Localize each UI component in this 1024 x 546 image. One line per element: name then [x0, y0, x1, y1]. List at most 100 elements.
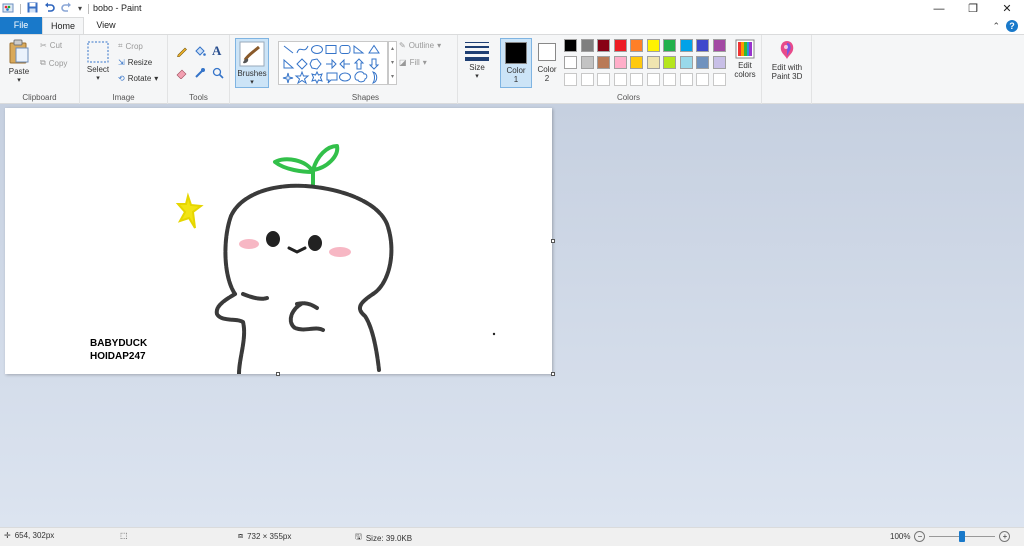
- zoom-slider-thumb[interactable]: [959, 531, 966, 542]
- palette-swatch[interactable]: [580, 73, 594, 86]
- palette-swatch[interactable]: [646, 56, 660, 69]
- cursor-position-status: ✛ 654, 302px: [4, 531, 54, 540]
- crop-button[interactable]: ⌗ Crop: [118, 41, 143, 51]
- restore-button[interactable]: ❐: [956, 0, 990, 17]
- drawing-canvas[interactable]: BABYDUCK HOIDAP247: [5, 108, 552, 374]
- edit-with-paint3d-button[interactable]: Edit with Paint 3D: [766, 39, 808, 81]
- tools-group-label: Tools: [189, 93, 208, 102]
- palette-swatch[interactable]: [564, 56, 577, 69]
- palette-swatch[interactable]: [712, 39, 726, 52]
- color2-label: Color: [537, 65, 557, 74]
- clipboard-icon: [9, 39, 29, 64]
- palette-swatch[interactable]: [580, 56, 594, 69]
- palette-swatch[interactable]: [696, 73, 709, 86]
- left-eye: [266, 231, 280, 247]
- tab-view[interactable]: View: [88, 17, 124, 34]
- color-picker-icon[interactable]: [194, 67, 206, 79]
- customize-toolbar-dropdown[interactable]: ▾: [78, 4, 82, 13]
- palette-swatch[interactable]: [663, 39, 676, 52]
- resize-handle-bottom[interactable]: [276, 372, 280, 376]
- palette-swatch[interactable]: [597, 56, 610, 69]
- palette-swatch[interactable]: [580, 39, 594, 52]
- palette-swatch[interactable]: [696, 39, 709, 52]
- resize-button[interactable]: ⇲ Resize: [118, 58, 152, 67]
- palette-swatch[interactable]: [630, 73, 643, 86]
- zoom-level: 100%: [890, 532, 911, 541]
- palette-swatch[interactable]: [679, 56, 693, 69]
- color2-button[interactable]: Color 2: [534, 38, 560, 88]
- ribbon: Paste ▾ ✂ Cut ⧉ Copy Clipboard Select ▾ …: [0, 34, 1024, 104]
- palette-swatch[interactable]: [613, 73, 627, 86]
- palette-swatch[interactable]: [564, 73, 577, 86]
- color2-swatch: [538, 43, 556, 61]
- brush-icon: [239, 41, 265, 67]
- paint3d-icon: [780, 41, 794, 59]
- palette-swatch[interactable]: [663, 73, 676, 86]
- palette-swatch[interactable]: [679, 73, 693, 86]
- eraser-icon[interactable]: [176, 67, 188, 79]
- fill-bucket-icon[interactable]: [194, 45, 206, 57]
- selection-size-status: ⬚: [120, 531, 128, 540]
- ribbon-tab-bar: File Home View ⌃ ?: [0, 17, 1024, 34]
- palette-swatch[interactable]: [679, 39, 693, 52]
- chevron-down-icon: ▾: [437, 41, 442, 50]
- help-icon[interactable]: ?: [1006, 20, 1018, 32]
- shapes-group-label: Shapes: [351, 93, 380, 102]
- palette-swatch[interactable]: [613, 39, 627, 52]
- color1-button[interactable]: Color 1: [500, 38, 532, 88]
- ribbon-options: ⌃ ?: [992, 20, 1018, 32]
- outline-button[interactable]: ✎ Outline ▾: [399, 41, 441, 50]
- text-tool-icon[interactable]: A: [212, 43, 221, 59]
- minimize-button[interactable]: —: [922, 0, 956, 17]
- palette-swatch[interactable]: [663, 56, 676, 69]
- copy-button[interactable]: ⧉ Copy: [40, 58, 67, 68]
- close-button[interactable]: ✕: [990, 0, 1024, 17]
- pencil-icon[interactable]: [176, 45, 188, 57]
- palette-swatch[interactable]: [630, 56, 643, 69]
- palette-swatch[interactable]: [613, 56, 627, 69]
- palette-swatch[interactable]: [597, 73, 610, 86]
- tab-home[interactable]: Home: [42, 17, 84, 34]
- shapes-gallery[interactable]: [278, 41, 388, 85]
- select-button[interactable]: Select ▾: [84, 41, 112, 83]
- rotate-icon: ⟲: [118, 74, 125, 83]
- edit-colors-button[interactable]: Edit colors: [730, 39, 760, 79]
- palette-swatch[interactable]: [646, 73, 660, 86]
- rotate-button[interactable]: ⟲ Rotate ▾: [118, 74, 158, 83]
- redo-icon[interactable]: [61, 2, 72, 15]
- select-label: Select: [86, 65, 110, 74]
- cut-button[interactable]: ✂ Cut: [40, 41, 62, 50]
- fill-button[interactable]: ◪ Fill ▾: [399, 58, 427, 67]
- palette-swatch[interactable]: [630, 39, 643, 52]
- palette-swatch[interactable]: [712, 56, 726, 69]
- status-bar: ✛ 654, 302px ⬚ ⧈ 732 × 355px 🖫 Size: 39.…: [0, 527, 1024, 546]
- undo-icon[interactable]: [44, 2, 55, 15]
- size-label: Size: [469, 63, 485, 72]
- stray-dot: [492, 332, 496, 336]
- magnifier-icon[interactable]: [212, 67, 224, 79]
- save-icon[interactable]: [27, 2, 38, 15]
- copy-icon: ⧉: [40, 58, 46, 67]
- palette-swatch[interactable]: [696, 56, 709, 69]
- tab-file[interactable]: File: [0, 17, 42, 34]
- minimize-ribbon-icon[interactable]: ⌃: [992, 21, 1000, 32]
- size-button[interactable]: Size ▾: [462, 41, 492, 81]
- brushes-button[interactable]: Brushes ▾: [235, 38, 269, 88]
- zoom-out-button[interactable]: −: [914, 531, 926, 542]
- palette-swatch[interactable]: [597, 39, 610, 52]
- shapes-scroll[interactable]: ▴ ▾ ▾: [388, 41, 397, 85]
- paste-button[interactable]: Paste ▾: [4, 39, 34, 85]
- resize-handle-right[interactable]: [551, 239, 555, 243]
- zoom-in-button[interactable]: +: [999, 531, 1011, 542]
- zoom-slider[interactable]: [929, 531, 996, 542]
- left-blush: [239, 239, 259, 249]
- palette-swatch[interactable]: [712, 73, 726, 86]
- palette-swatch[interactable]: [646, 39, 660, 52]
- color1-number: 1: [513, 75, 519, 84]
- paint-app-icon: [2, 2, 14, 16]
- palette-swatch[interactable]: [564, 39, 577, 52]
- image-size-status: ⧈ 732 × 355px: [238, 531, 291, 541]
- select-rectangle-icon: [87, 41, 109, 63]
- resize-handle-corner[interactable]: [551, 372, 555, 376]
- chevron-down-icon: ▾: [250, 79, 254, 86]
